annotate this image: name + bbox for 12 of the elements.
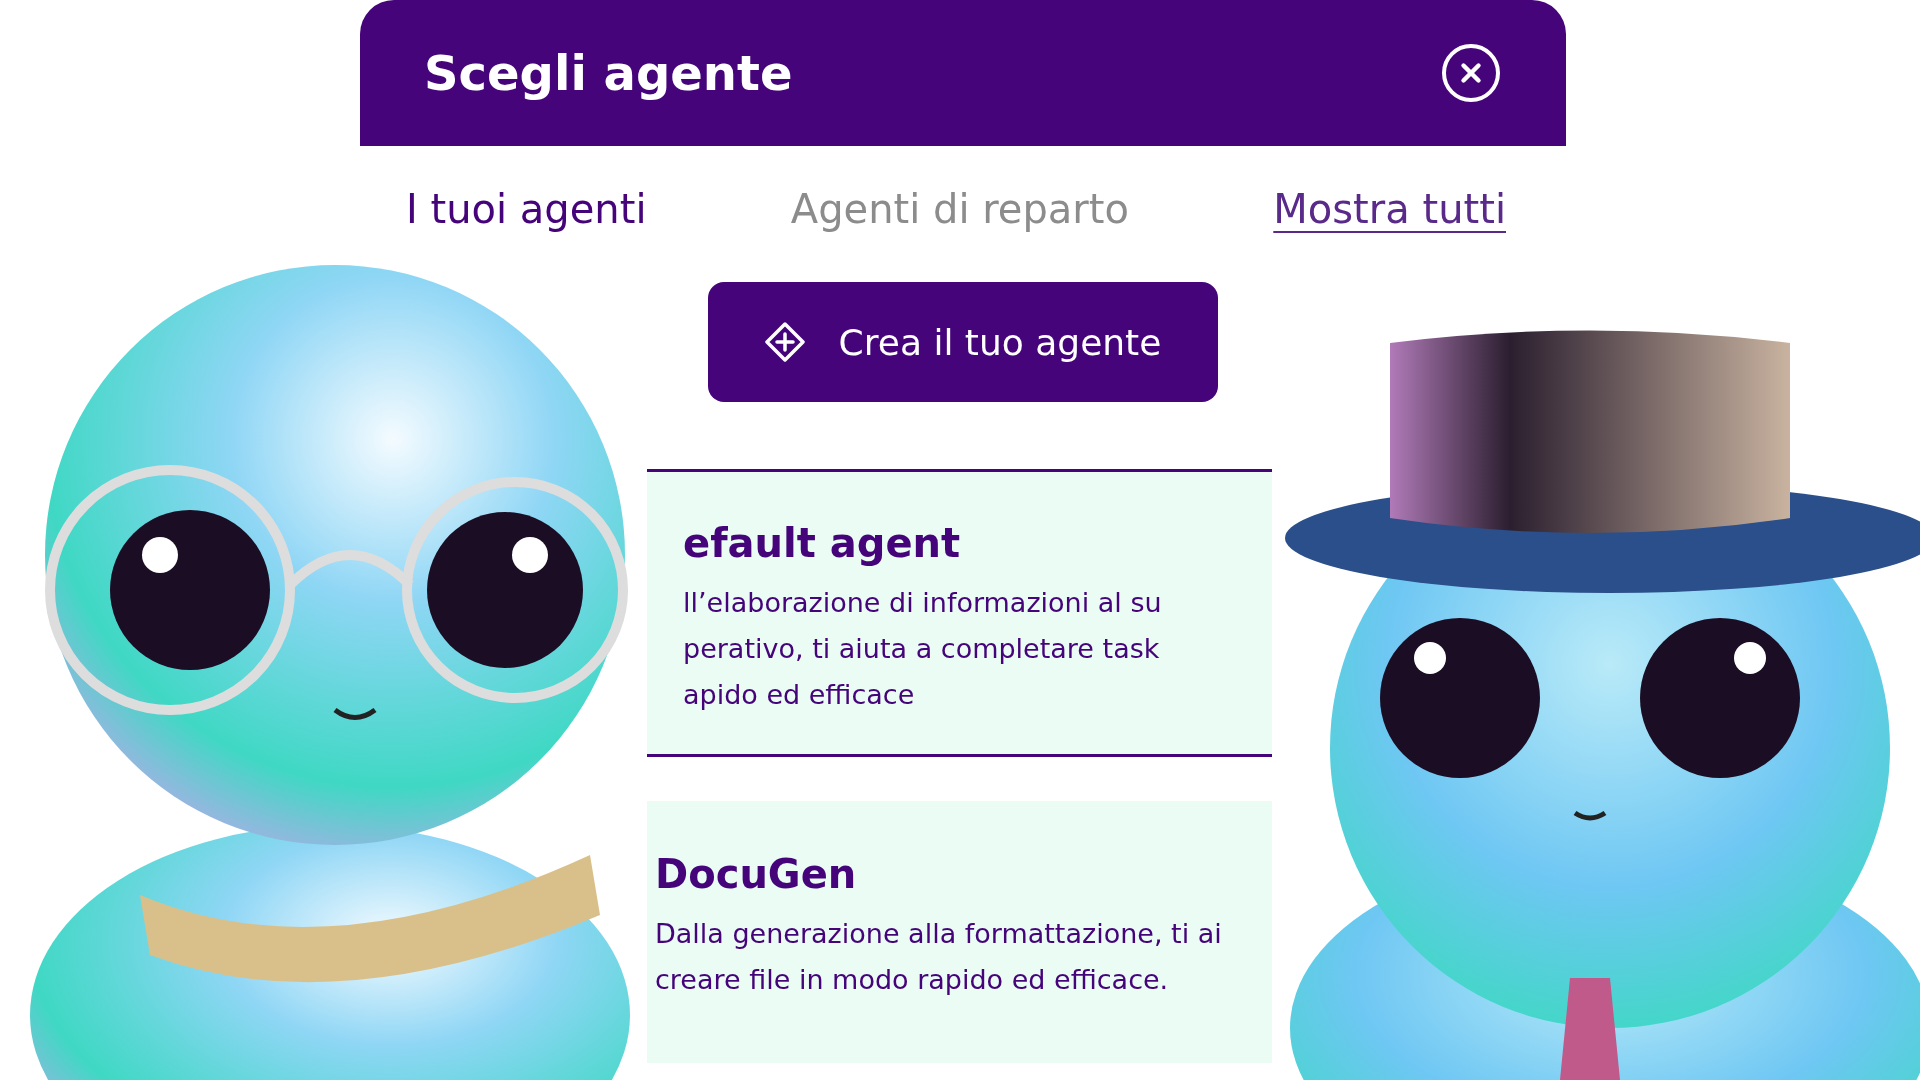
agent-card[interactable]: DocuGen Dalla generazione alla formattazione, ti ai creare file in modo rapido ed efficace. <box>647 801 1272 1063</box>
tab[interactable]: I tuoi agenti <box>406 186 647 232</box>
agent-description: ll’elaborazione di informazioni al su perativo, ti aiuta a completare task apido ed efficace <box>683 586 1163 712</box>
agent-name: DocuGen <box>655 851 858 897</box>
diamond-plus-icon <box>764 322 805 362</box>
dialog-title: Scegli agente <box>424 45 793 101</box>
show-all-link[interactable]: Mostra tutti <box>1273 186 1506 232</box>
agent-description: Dalla generazione alla formattazione, ti ai creare file in modo rapido ed efficace. <box>655 917 1223 997</box>
agent-name: efault agent <box>683 520 962 566</box>
create-agent-button[interactable]: Crea il tuo agente <box>708 282 1218 402</box>
close-button[interactable] <box>1442 44 1500 102</box>
agent-card[interactable]: efault agent ll’elaborazione di informazioni al su perativo, ti aiuta a completare task apido ed efficace <box>647 469 1272 757</box>
